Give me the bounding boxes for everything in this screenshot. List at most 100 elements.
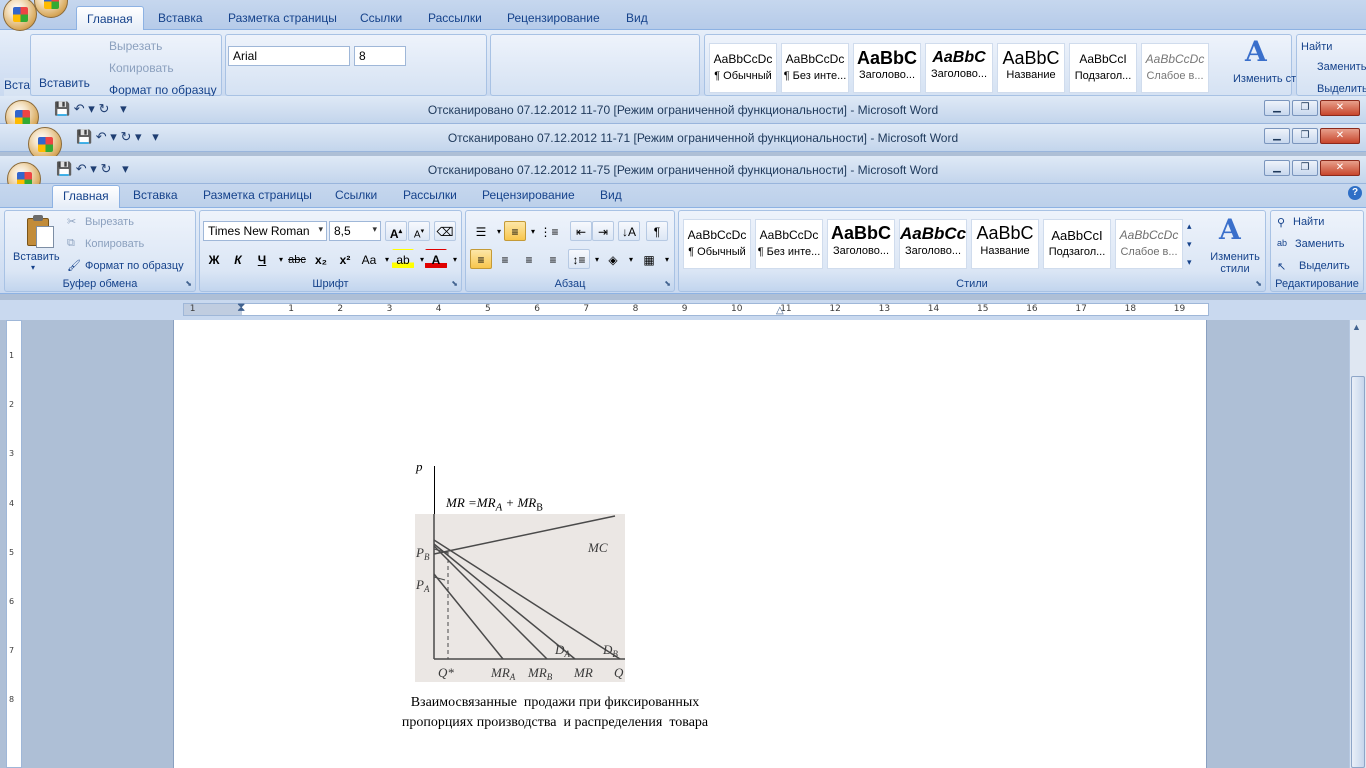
align-left-icon[interactable]: ≡: [470, 249, 492, 269]
bg-style-subtitle[interactable]: AaBbCcI Подзагол...: [1069, 43, 1137, 93]
bold-button[interactable]: Ж: [203, 249, 225, 269]
italic-button[interactable]: К: [227, 249, 249, 269]
bg-paste-label[interactable]: Вставить: [39, 76, 90, 90]
bg-style-subtle[interactable]: AaBbCcDc Слабое в...: [1141, 43, 1209, 93]
select-button[interactable]: Выделить: [1299, 260, 1350, 272]
style-subtle-emphasis[interactable]: AaBbCcDc Слабое в...: [1115, 219, 1183, 269]
right-indent-marker-icon[interactable]: △: [776, 305, 784, 316]
close-icon[interactable]: ✕: [1320, 128, 1360, 144]
bg-window-3-titlebar[interactable]: 💾 ↶ ▾ ↻ ▾ ▾ Отсканировано 07.12.2012 11-…: [0, 124, 1366, 152]
bg-tab-view[interactable]: Вид: [626, 11, 648, 25]
help-icon[interactable]: ?: [1348, 186, 1362, 200]
increase-indent-icon[interactable]: ⇥: [592, 221, 614, 241]
sort-icon[interactable]: ↓A: [618, 221, 640, 241]
mra-label: MRA: [490, 665, 516, 682]
minimize-icon[interactable]: ▁: [1264, 128, 1290, 144]
paste-button[interactable]: Вставить: [13, 251, 60, 263]
bg-style-sample: AaBbC: [1002, 48, 1060, 68]
multilevel-list-icon[interactable]: ⋮≡: [538, 221, 560, 241]
clear-format-icon[interactable]: ⌫: [434, 221, 456, 241]
format-painter-button[interactable]: Формат по образцу: [85, 260, 184, 272]
style-subtitle[interactable]: AaBbCcI Подзагол...: [1043, 219, 1111, 269]
borders-dropdown-icon[interactable]: ▾: [656, 249, 678, 269]
style-normal[interactable]: AaBbCcDc ¶ Обычный: [683, 219, 751, 269]
scrollbar-thumb[interactable]: [1351, 376, 1365, 768]
bg-style-title[interactable]: AaBbC Название: [997, 43, 1065, 93]
vertical-scrollbar[interactable]: ▲: [1349, 320, 1366, 768]
copy-button[interactable]: Копировать: [85, 238, 144, 250]
bg-tab-review[interactable]: Рецензирование: [507, 11, 600, 25]
grow-font-icon[interactable]: A▴: [385, 221, 407, 241]
tab-insert[interactable]: Вставка: [133, 188, 178, 202]
bg-tab-insert[interactable]: Вставка: [158, 11, 203, 25]
font-launcher-icon[interactable]: ⬊: [451, 279, 458, 288]
subscript-button[interactable]: x₂: [310, 249, 332, 269]
font-name-combo[interactable]: Times New Roman ▾: [203, 221, 327, 241]
styles-launcher-icon[interactable]: ⬊: [1255, 279, 1262, 288]
styles-more-icon[interactable]: ▾: [1187, 257, 1192, 268]
paste-icon[interactable]: [25, 215, 59, 249]
find-button[interactable]: Найти: [1293, 216, 1324, 228]
tab-home[interactable]: Главная: [52, 185, 120, 209]
bg-cut-label[interactable]: Вырезать: [109, 39, 162, 53]
font-color-dropdown-icon[interactable]: ▾: [444, 249, 466, 269]
show-marks-icon[interactable]: ¶: [646, 221, 668, 241]
close-icon[interactable]: ✕: [1320, 100, 1360, 116]
bg3-window-controls: ▁ ❐ ✕: [1264, 128, 1360, 144]
bg-format-painter-label[interactable]: Формат по образцу: [109, 83, 217, 97]
align-center-icon[interactable]: ≡: [494, 249, 516, 269]
vertical-ruler[interactable]: 1 2 3 4 5 6 7 8: [6, 320, 22, 768]
bg-style-normal[interactable]: AaBbCcDc ¶ Обычный: [709, 43, 777, 93]
paste-dropdown-icon[interactable]: ▾: [31, 263, 35, 272]
bg-tab-home[interactable]: Главная: [76, 6, 144, 31]
tab-review[interactable]: Рецензирование: [482, 188, 575, 202]
maximize-icon[interactable]: ❐: [1292, 100, 1318, 116]
bg-style-no-spacing[interactable]: AaBbCcDc ¶ Без инте...: [781, 43, 849, 93]
styles-scroll-down-icon[interactable]: ▾: [1187, 239, 1192, 250]
paragraph-launcher-icon[interactable]: ⬊: [664, 279, 671, 288]
style-heading-1[interactable]: AaBbC Заголово...: [827, 219, 895, 269]
font-size-combo[interactable]: 8,5 ▾: [329, 221, 381, 241]
scroll-up-icon[interactable]: ▲: [1352, 322, 1361, 332]
bg-select-label[interactable]: Выделить: [1317, 83, 1366, 95]
maximize-icon[interactable]: ❐: [1292, 128, 1318, 144]
bg-window-2-titlebar[interactable]: 💾 ↶ ▾ ↻ ▾ Отсканировано 07.12.2012 11-70…: [0, 96, 1366, 124]
cut-button[interactable]: Вырезать: [85, 216, 134, 228]
bg-font-size[interactable]: 8: [354, 46, 406, 66]
styles-scroll-up-icon[interactable]: ▴: [1187, 221, 1192, 232]
active-window-titlebar[interactable]: 💾 ↶ ▾ ↻ ▾ Отсканировано 07.12.2012 11-75…: [0, 156, 1366, 184]
tab-mailings[interactable]: Рассылки: [403, 188, 457, 202]
bg-tab-references[interactable]: Ссылки: [360, 11, 402, 25]
align-right-icon[interactable]: ≡: [518, 249, 540, 269]
maximize-icon[interactable]: ❐: [1292, 160, 1318, 176]
justify-icon[interactable]: ≡: [542, 249, 564, 269]
ruler-number: 15: [977, 304, 989, 314]
style-no-spacing[interactable]: AaBbCcDc ¶ Без инте...: [755, 219, 823, 269]
bg-copy-label[interactable]: Копировать: [109, 61, 174, 75]
style-heading-2[interactable]: AaBbCc Заголово...: [899, 219, 967, 269]
replace-button[interactable]: Заменить: [1295, 238, 1344, 250]
shrink-font-icon[interactable]: A▾: [408, 221, 430, 241]
tab-page-layout[interactable]: Разметка страницы: [203, 188, 312, 202]
change-styles-button[interactable]: Изменить стили: [1207, 251, 1263, 275]
strikethrough-button[interactable]: abc: [286, 249, 308, 269]
superscript-button[interactable]: x²: [334, 249, 356, 269]
bg-find-label[interactable]: Найти: [1301, 41, 1332, 53]
bg-style-heading1[interactable]: AaBbC Заголово...: [853, 43, 921, 93]
close-icon[interactable]: ✕: [1320, 160, 1360, 176]
tab-references[interactable]: Ссылки: [335, 188, 377, 202]
minimize-icon[interactable]: ▁: [1264, 100, 1290, 116]
tab-view[interactable]: Вид: [600, 188, 622, 202]
style-title[interactable]: AaBbC Название: [971, 219, 1039, 269]
mrb-label: MRB: [527, 665, 553, 682]
bg-font-name[interactable]: Arial: [228, 46, 350, 66]
bg-replace-label[interactable]: Заменить: [1317, 61, 1366, 73]
minimize-icon[interactable]: ▁: [1264, 160, 1290, 176]
bg-tab-layout[interactable]: Разметка страницы: [228, 11, 337, 25]
decrease-indent-icon[interactable]: ⇤: [570, 221, 592, 241]
bg-tab-mailings[interactable]: Рассылки: [428, 11, 482, 25]
clipboard-launcher-icon[interactable]: ⬊: [185, 279, 192, 288]
indent-marker-icon[interactable]: ⧗: [237, 300, 245, 315]
bg-style-heading2[interactable]: AaBbC Заголово...: [925, 43, 993, 93]
horizontal-ruler[interactable]: 1 1 2 3 4 5 6 7 8 9 10 11 12 13 14 15 16 17 18 19 ⧗ △: [0, 300, 1366, 320]
